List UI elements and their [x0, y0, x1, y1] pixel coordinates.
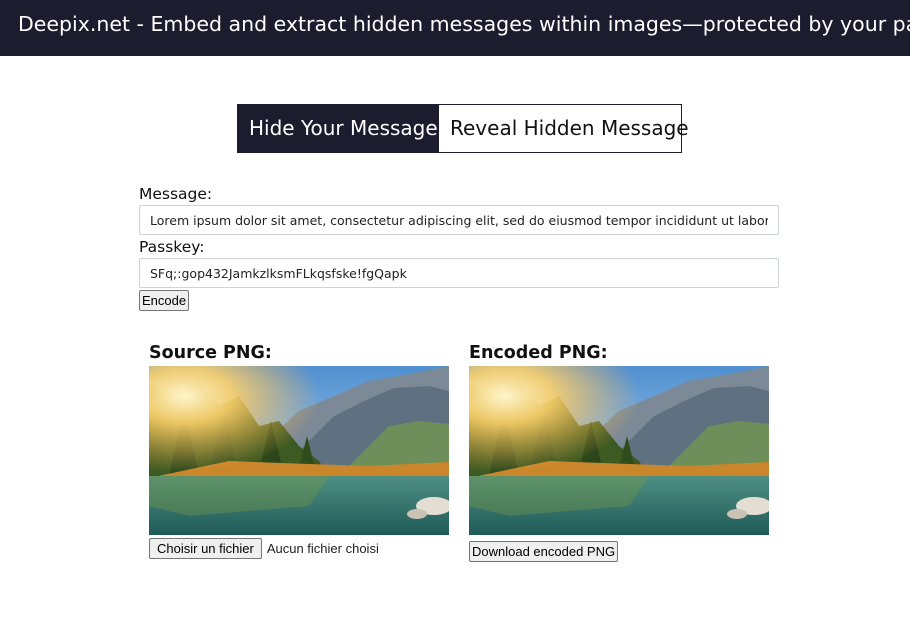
source-image	[149, 366, 449, 535]
encode-form: Message: Passkey: Encode	[139, 183, 779, 311]
choose-file-button[interactable]: Choisir un fichier	[149, 538, 262, 559]
file-picker: Choisir un fichier Aucun fichier choisi	[149, 538, 449, 559]
landscape-image	[149, 366, 449, 535]
source-panel: Source PNG: Choisir un fichier Aucun fic…	[149, 342, 449, 559]
download-row: Download encoded PNG	[469, 541, 769, 562]
download-button[interactable]: Download encoded PNG	[469, 541, 619, 562]
source-title: Source PNG:	[149, 343, 272, 363]
encoded-image	[469, 366, 769, 535]
message-input[interactable]	[139, 205, 779, 235]
encoded-title: Encoded PNG:	[469, 343, 608, 363]
encoded-panel: Encoded PNG: Download encoded PNG	[469, 342, 769, 562]
passkey-label: Passkey:	[139, 238, 205, 256]
encode-button[interactable]: Encode	[139, 290, 190, 311]
file-status: Aucun fichier choisi	[266, 541, 379, 556]
mode-tabs: Hide Your Message Reveal Hidden Message	[237, 104, 689, 153]
header-bar: Deepix.net - Embed and extract hidden me…	[0, 0, 910, 56]
header-title: Deepix.net - Embed and extract hidden me…	[18, 12, 910, 36]
landscape-image	[469, 366, 769, 535]
message-label: Message:	[139, 185, 213, 203]
tab-hide-message[interactable]: Hide Your Message	[238, 105, 439, 152]
passkey-input[interactable]	[139, 258, 779, 288]
tab-reveal-message[interactable]: Reveal Hidden Message	[439, 105, 689, 152]
